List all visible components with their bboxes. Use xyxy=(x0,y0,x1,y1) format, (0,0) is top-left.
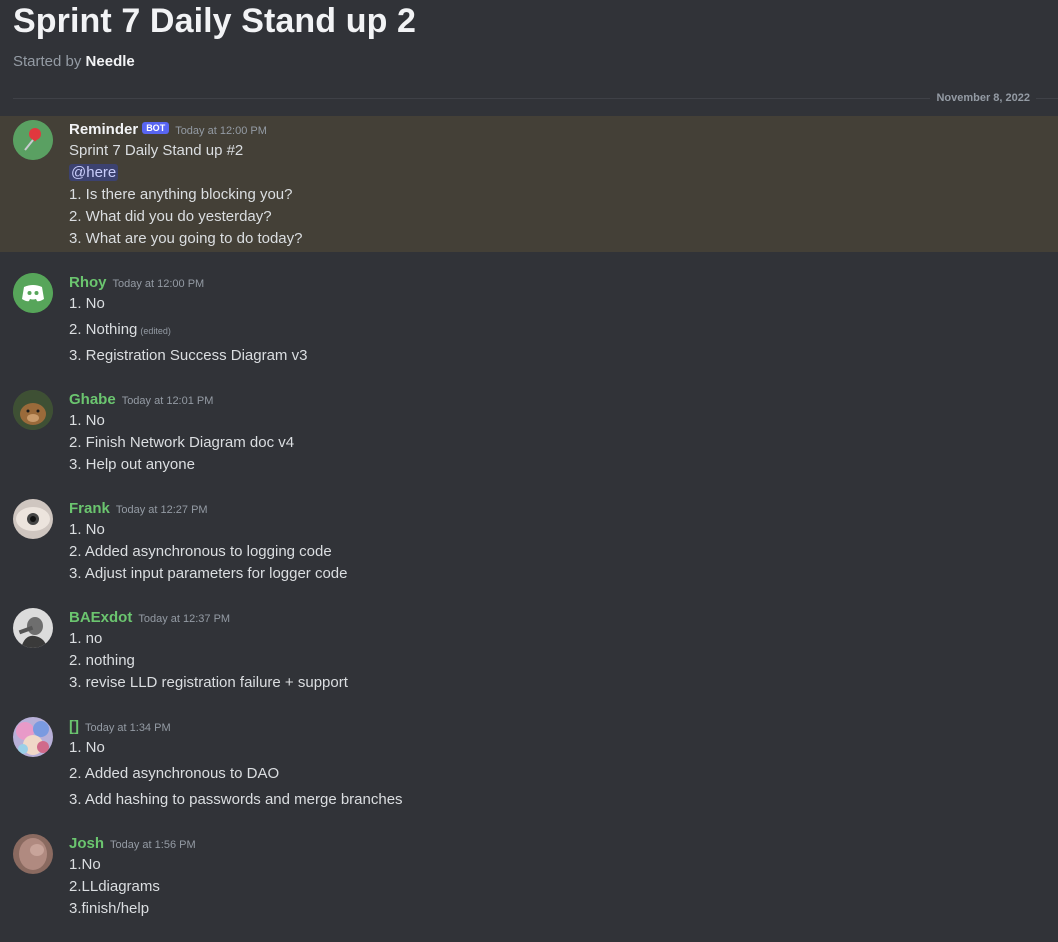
mention-here[interactable]: @here xyxy=(69,164,119,181)
message-brackets[interactable]: [] Today at 1:34 PM 1. No 2. Added asynch… xyxy=(0,713,1058,813)
message-header: Frank Today at 12:27 PM xyxy=(69,500,208,518)
page-title: Sprint 7 Daily Stand up 2 xyxy=(13,2,417,40)
message-timestamp[interactable]: Today at 12:37 PM xyxy=(138,613,230,625)
message-line: 1.No xyxy=(69,856,101,873)
author-name[interactable]: Frank xyxy=(69,500,110,517)
message-line: 3.finish/help xyxy=(69,900,150,917)
message-line: 2. Nothing (edited) xyxy=(69,321,171,338)
bot-tag: BOT xyxy=(142,122,170,134)
person-avatar-icon xyxy=(13,834,53,874)
message-line: @here xyxy=(69,164,119,181)
message-timestamp[interactable]: Today at 12:00 PM xyxy=(175,125,267,137)
author-name[interactable]: Reminder xyxy=(69,121,138,138)
message-line: 3. Help out anyone xyxy=(69,456,195,473)
person-avatar-icon xyxy=(13,608,53,648)
message-header: Ghabe Today at 12:01 PM xyxy=(69,391,213,409)
message-line: 3. Registration Success Diagram v3 xyxy=(69,347,308,364)
message-header: Rhoy Today at 12:00 PM xyxy=(69,274,204,292)
message-line: 2. What did you do yesterday? xyxy=(69,208,272,225)
message-line: 2. Added asynchronous to logging code xyxy=(69,543,332,560)
avatar[interactable] xyxy=(13,499,53,539)
edited-label: (edited) xyxy=(140,326,171,336)
message-line: 3. Adjust input parameters for logger co… xyxy=(69,565,348,582)
message-header: Josh Today at 1:56 PM xyxy=(69,835,196,853)
message-timestamp[interactable]: Today at 1:56 PM xyxy=(110,839,196,851)
dog-avatar-icon xyxy=(13,390,53,430)
message-line: Sprint 7 Daily Stand up #2 xyxy=(69,142,244,159)
message-ghabe[interactable]: Ghabe Today at 12:01 PM 1. No 2. Finish N… xyxy=(0,386,1058,476)
author-name[interactable]: Ghabe xyxy=(69,391,116,408)
message-baexdot[interactable]: BAExdot Today at 12:37 PM 1. no 2. nothin… xyxy=(0,604,1058,694)
message-header: Reminder BOT Today at 12:00 PM xyxy=(69,121,267,139)
message-line: 2. Added asynchronous to DAO xyxy=(69,765,280,782)
message-line: 2.LLdiagrams xyxy=(69,878,160,895)
message-line: 1. No xyxy=(69,739,105,756)
message-line: 2. Finish Network Diagram doc v4 xyxy=(69,434,295,451)
message-header: BAExdot Today at 12:37 PM xyxy=(69,609,230,627)
avatar[interactable] xyxy=(13,390,53,430)
message-line: 3. revise LLD registration failure + sup… xyxy=(69,674,348,691)
message-line: 2. nothing xyxy=(69,652,135,669)
message-line: 3. What are you going to do today? xyxy=(69,230,303,247)
message-line: 1. no xyxy=(69,630,103,647)
avatar[interactable] xyxy=(13,608,53,648)
author-name[interactable]: Josh xyxy=(69,835,104,852)
message-timestamp[interactable]: Today at 12:00 PM xyxy=(113,278,205,290)
message-reminder[interactable]: Reminder BOT Today at 12:00 PM Sprint 7 Da… xyxy=(0,116,1058,252)
message-line: 1. No xyxy=(69,412,105,429)
discord-logo-icon xyxy=(13,273,53,313)
thread-view: Sprint 7 Daily Stand up 2 Started by Nee… xyxy=(0,0,1058,942)
message-line: 1. Is there anything blocking you? xyxy=(69,186,293,203)
avatar[interactable] xyxy=(13,120,53,160)
pushpin-icon xyxy=(13,120,53,160)
date-divider xyxy=(13,98,1058,99)
message-rhoy[interactable]: Rhoy Today at 12:00 PM 1. No 2. Nothing (e… xyxy=(0,269,1058,369)
author-name[interactable]: BAExdot xyxy=(69,609,132,626)
anime-avatar-icon xyxy=(13,717,53,757)
avatar[interactable] xyxy=(13,717,53,757)
started-by-label: Started by xyxy=(13,53,82,70)
message-josh[interactable]: Josh Today at 1:56 PM 1.No 2.LLdiagrams 3… xyxy=(0,830,1058,922)
thread-starter-info: Started by Needle xyxy=(13,53,135,70)
message-line-text: 2. Nothing xyxy=(69,321,138,338)
eye-avatar-icon xyxy=(13,499,53,539)
author-name[interactable]: [] xyxy=(69,718,79,735)
message-timestamp[interactable]: Today at 12:27 PM xyxy=(116,504,208,516)
message-frank[interactable]: Frank Today at 12:27 PM 1. No 2. Added as… xyxy=(0,495,1058,585)
message-header: [] Today at 1:34 PM xyxy=(69,718,171,736)
message-line: 3. Add hashing to passwords and merge br… xyxy=(69,791,403,808)
author-name[interactable]: Rhoy xyxy=(69,274,107,291)
message-timestamp[interactable]: Today at 12:01 PM xyxy=(122,395,214,407)
starter-name[interactable]: Needle xyxy=(86,53,135,70)
message-line: 1. No xyxy=(69,295,105,312)
avatar[interactable] xyxy=(13,273,53,313)
date-divider-label: November 8, 2022 xyxy=(930,92,1036,104)
message-timestamp[interactable]: Today at 1:34 PM xyxy=(85,722,171,734)
avatar[interactable] xyxy=(13,834,53,874)
message-line: 1. No xyxy=(69,521,105,538)
